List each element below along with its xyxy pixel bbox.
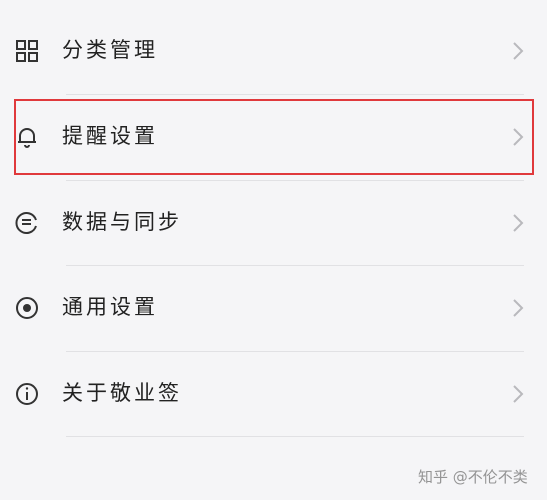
chevron-right-icon [508,297,528,319]
chevron-right-icon [508,212,528,234]
divider [66,351,524,352]
watermark-text: 知乎 @不伦不类 [418,468,528,486]
chevron-right-icon [508,383,528,405]
divider [66,180,524,181]
chevron-right-icon [508,40,528,62]
highlight-box [14,99,534,175]
menu-item-label: 分类管理 [62,38,158,62]
menu-item-label: 通用设置 [62,295,158,319]
menu-item-about[interactable]: 关于敬业签 [0,363,547,423]
divider [66,265,524,266]
divider [66,436,524,437]
divider [66,94,524,95]
menu-item-label: 关于敬业签 [62,381,182,405]
settings-list: 分类管理 提醒设置 数据与同步 通用设置 关于敬业签 [0,0,547,500]
menu-item-data-sync[interactable]: 数据与同步 [0,192,547,252]
menu-item-category-management[interactable]: 分类管理 [0,20,547,80]
grid-icon [14,38,40,64]
info-icon [14,381,40,407]
menu-item-label: 数据与同步 [62,210,182,234]
menu-item-general-settings[interactable]: 通用设置 [0,277,547,337]
sync-icon [14,210,40,236]
radio-dot-icon [14,295,40,321]
